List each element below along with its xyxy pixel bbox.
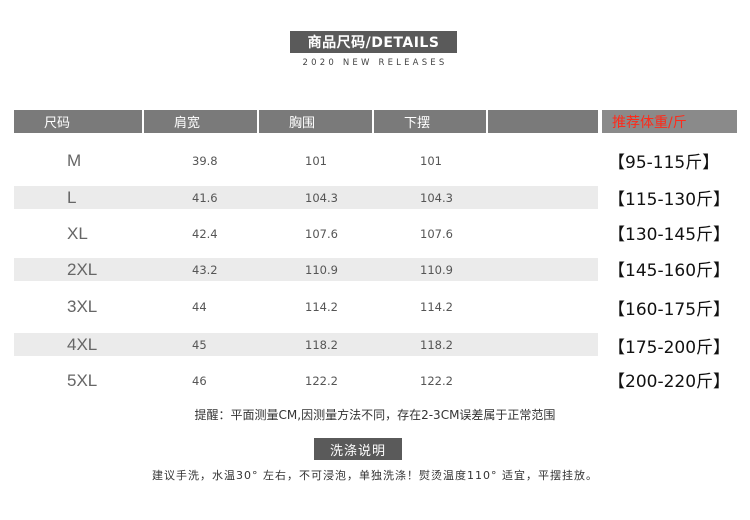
shoulder-cell: 42.4 — [192, 226, 218, 241]
hem-cell: 104.3 — [420, 190, 453, 205]
table-row: XL 42.4 107.6 107.6 — [14, 222, 598, 245]
chest-cell: 110.9 — [305, 262, 338, 277]
hem-cell: 114.2 — [420, 299, 453, 314]
chest-cell: 107.6 — [305, 226, 338, 241]
col-hem: 下摆 — [374, 110, 486, 133]
col-shoulder: 肩宽 — [144, 110, 257, 133]
shoulder-cell: 46 — [192, 373, 207, 388]
weight-range: 【95-115斤】 — [608, 153, 720, 173]
hem-cell: 101 — [420, 153, 442, 168]
size-cell: 2XL — [67, 259, 98, 279]
chest-cell: 114.2 — [305, 299, 338, 314]
size-cell: XL — [67, 223, 88, 243]
details-title: 商品尺码/DETAILS — [290, 31, 457, 53]
col-recommended-weight: 推荐体重/斤 — [602, 110, 737, 133]
weight-range: 【130-145斤】 — [608, 225, 731, 245]
hem-cell: 118.2 — [420, 337, 453, 352]
measurement-note: 提醒：平面测量CM,因测量方法不同，存在2-3CM误差属于正常范围 — [194, 408, 556, 422]
col-blank — [488, 110, 598, 133]
table-row: 5XL 46 122.2 122.2 — [14, 369, 598, 392]
weight-range: 【115-130斤】 — [608, 190, 731, 210]
weight-range: 【160-175斤】 — [608, 300, 731, 320]
weight-range: 【200-220斤】 — [608, 372, 731, 392]
table-row: 4XL 45 118.2 118.2 — [14, 333, 598, 356]
shoulder-cell: 43.2 — [192, 262, 218, 277]
size-cell: 4XL — [67, 334, 98, 354]
shoulder-cell: 44 — [192, 299, 207, 314]
table-row: 3XL 44 114.2 114.2 — [14, 295, 598, 318]
hem-cell: 122.2 — [420, 373, 453, 388]
shoulder-cell: 39.8 — [192, 153, 218, 168]
shoulder-cell: 45 — [192, 337, 207, 352]
care-title: 洗涤说明 — [314, 438, 402, 460]
chest-cell: 118.2 — [305, 337, 338, 352]
weight-range: 【175-200斤】 — [608, 338, 731, 358]
size-cell: M — [67, 150, 82, 170]
table-row: 2XL 43.2 110.9 110.9 — [14, 258, 598, 281]
col-size: 尺码 — [14, 110, 142, 133]
chest-cell: 104.3 — [305, 190, 338, 205]
care-instructions: 建议手洗，水温30° 左右，不可浸泡，单独洗涤！熨烫温度110° 适宜，平摆挂放… — [152, 469, 598, 482]
col-chest: 胸围 — [259, 110, 372, 133]
hem-cell: 107.6 — [420, 226, 453, 241]
shoulder-cell: 41.6 — [192, 190, 218, 205]
table-row: L 41.6 104.3 104.3 — [14, 186, 598, 209]
size-cell: 3XL — [67, 296, 98, 316]
size-cell: 5XL — [67, 370, 98, 390]
table-row: M 39.8 101 101 — [14, 149, 598, 172]
releases-subtitle: 2020 NEW RELEASES — [302, 58, 448, 68]
size-cell: L — [67, 187, 77, 207]
hem-cell: 110.9 — [420, 262, 453, 277]
weight-range: 【145-160斤】 — [608, 261, 731, 281]
chest-cell: 101 — [305, 153, 327, 168]
chest-cell: 122.2 — [305, 373, 338, 388]
